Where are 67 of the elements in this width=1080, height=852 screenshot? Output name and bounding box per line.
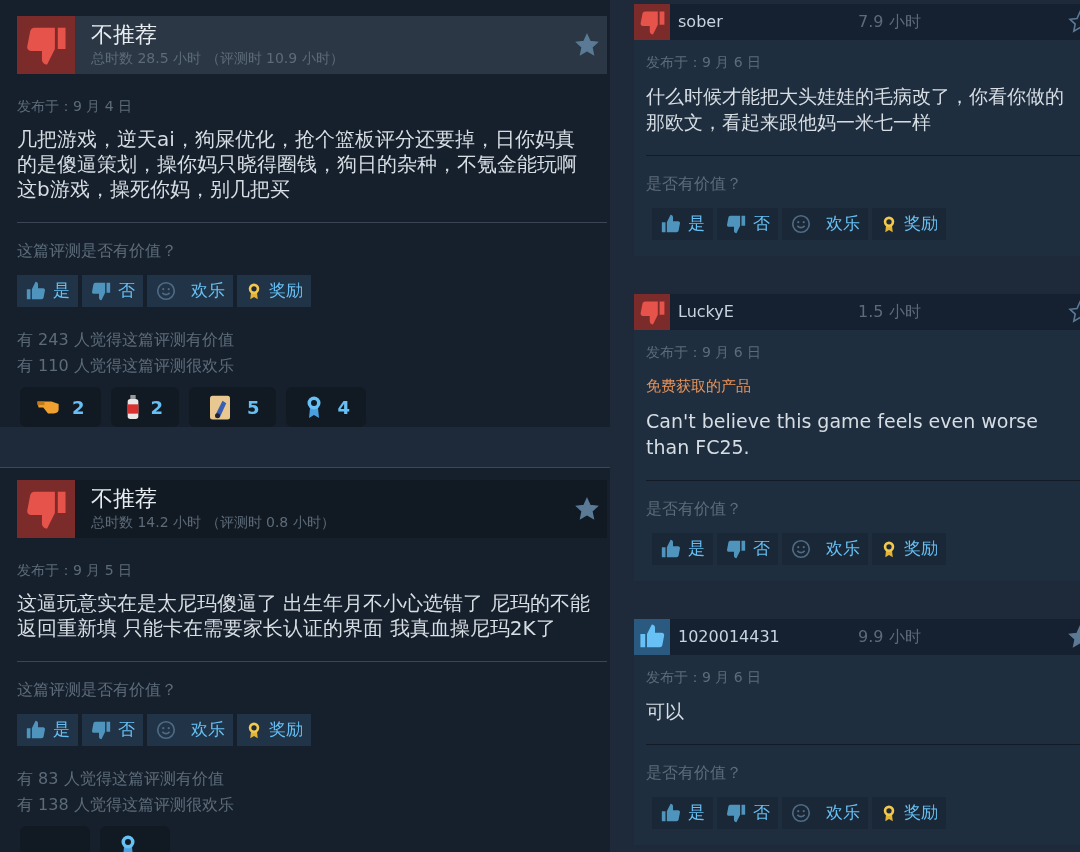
review-text: 什么时候才能把大头娃娃的毛病改了，你看你做的那欧文，看起来跟他妈一米七一样 [646, 84, 1065, 135]
smiley-icon [790, 537, 812, 560]
helpful-count: 有 138 人觉得这篇评测很欢乐 [17, 794, 235, 816]
vote-button[interactable]: 否 [82, 275, 143, 307]
vote-button[interactable]: 奖励 [237, 275, 311, 307]
vote-button[interactable]: 欢乐 [147, 714, 233, 746]
thumbs-down-icon [725, 213, 747, 235]
helpful-question: 这篇评测是否有价值？ [17, 679, 178, 701]
soda-can-icon [126, 395, 139, 419]
username: 1020014431 [678, 625, 781, 648]
review-text: 几把游戏，逆天ai，狗屎优化，抢个篮板评分还要掉，日你妈真的是傻逼策划，操你妈只晓得圈钱，狗日的杂种，不氪金能玩啊这b游戏，操死你妈，别几把买 [17, 127, 578, 202]
review-text: Can't believe this game feels even worse than FC25. [646, 408, 1039, 460]
playtime-text: 1.5 小时 [858, 301, 922, 323]
thumbs-down-icon [90, 280, 112, 302]
thumbs-up-icon [660, 537, 682, 560]
star-icon[interactable] [575, 497, 599, 521]
helpful-count: 有 110 人觉得这篇评测很欢乐 [17, 355, 235, 377]
smiley-icon [155, 280, 177, 302]
helpful-question: 是否有价值？ [646, 173, 743, 195]
playtime-text: 7.9 小时 [858, 11, 922, 33]
star-icon[interactable] [575, 33, 599, 57]
vote-button[interactable]: 奖励 [872, 532, 946, 565]
thumbs-up-icon [25, 280, 47, 302]
review-text: 这逼玩意实在是太尼玛傻逼了 出生年月不小心选错了 尼玛的不能返回重新填 只能卡在需要家长认证的界面 我真血操尼玛2K了 [17, 591, 591, 641]
vote-button[interactable]: 欢乐 [147, 275, 233, 307]
thumbs-up-icon [660, 801, 682, 824]
award-chip: 2 [20, 387, 101, 427]
vote-button[interactable]: 奖励 [872, 796, 946, 829]
post-date: 发布于：9 月 5 日 [17, 561, 134, 580]
helpful-count: 有 243 人觉得这篇评测有价值 [17, 329, 235, 351]
username: LuckyE [678, 301, 735, 323]
vote-button[interactable]: 否 [717, 208, 778, 240]
vote-button[interactable]: 奖励 [237, 714, 311, 746]
award-chip: 2 [110, 387, 180, 427]
pointing-hand-icon [36, 400, 60, 414]
vote-button[interactable]: 是 [17, 275, 78, 307]
smiley-icon [155, 719, 177, 741]
vote-button[interactable]: 欢乐 [782, 796, 868, 829]
review-text: 可以 [646, 698, 685, 724]
helpful-question: 是否有价值？ [646, 497, 743, 520]
smiley-icon [790, 801, 812, 824]
thumbs-down-icon [90, 719, 112, 741]
vote-button[interactable]: 否 [717, 532, 778, 565]
username: sober [678, 11, 724, 33]
vote-button[interactable]: 是 [17, 714, 78, 746]
vote-button[interactable]: 是 [652, 532, 713, 565]
helpful-question: 是否有价值？ [646, 761, 743, 784]
vote-button[interactable]: 欢乐 [782, 208, 868, 240]
helpful-question: 这篇评测是否有价值？ [17, 240, 178, 262]
free-product-label: 免费获取的产品 [646, 376, 752, 397]
vote-button[interactable]: 是 [652, 796, 713, 829]
smiley-icon [790, 213, 812, 235]
vote-button[interactable]: 是 [652, 208, 713, 240]
vote-button[interactable]: 否 [82, 714, 143, 746]
playtime-text: 总时数 14.2 小时 （评测时 0.8 小时） [91, 513, 336, 532]
vote-button[interactable]: 欢乐 [782, 532, 868, 565]
award-chip: 5 [189, 387, 276, 427]
award-chip: 4 [285, 387, 367, 427]
thumbs-up-icon [25, 719, 47, 741]
vote-button[interactable]: 奖励 [872, 208, 946, 240]
review-verdict: 不推荐 [91, 22, 158, 48]
helpful-count: 有 83 人觉得这篇评测有价值 [17, 768, 225, 790]
post-date: 发布于：9 月 4 日 [17, 97, 134, 116]
vote-button[interactable]: 否 [717, 796, 778, 829]
review-verdict: 不推荐 [91, 486, 158, 512]
thumbs-up-icon [660, 213, 682, 235]
playtime-text: 9.9 小时 [858, 625, 922, 648]
